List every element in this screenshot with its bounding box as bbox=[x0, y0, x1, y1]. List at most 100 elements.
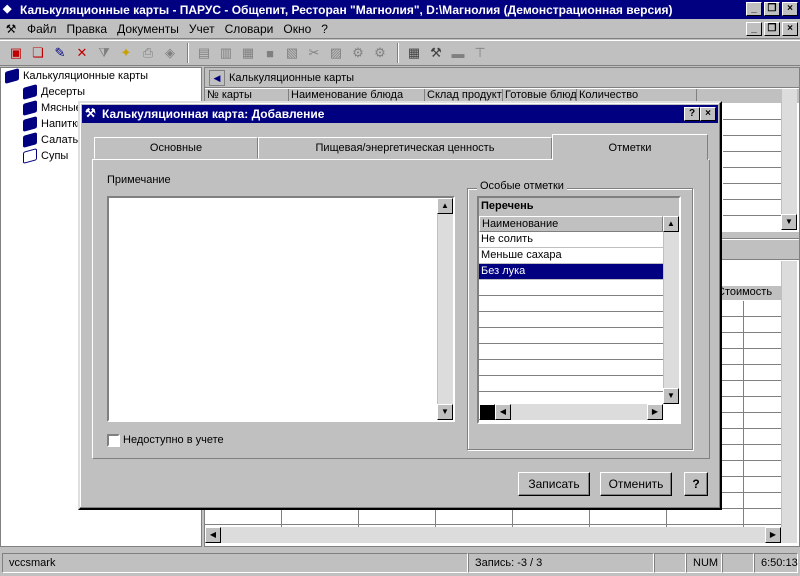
doc-restore-button[interactable]: ❐ bbox=[764, 22, 780, 36]
marks-vscroll[interactable] bbox=[663, 216, 679, 404]
tab-panel-marks: Примечание ▲ ▼ Недоступно в учете Особые… bbox=[92, 159, 710, 459]
print-icon[interactable]: ⎙ bbox=[138, 43, 158, 63]
unavailable-checkbox-label[interactable]: Недоступно в учете bbox=[123, 434, 224, 446]
book-icon bbox=[23, 100, 37, 116]
pane-title: Калькуляционные карты bbox=[229, 71, 355, 84]
tool-icon-3[interactable]: ▦ bbox=[238, 43, 258, 63]
menu-accounting[interactable]: Учет bbox=[184, 22, 220, 36]
dialog-titlebar: ⚒ Калькуляционная карта: Добавление ? × bbox=[82, 105, 718, 123]
new-icon[interactable]: ▣ bbox=[6, 43, 26, 63]
tree-item-label: Супы bbox=[41, 150, 69, 162]
unavailable-checkbox[interactable] bbox=[107, 434, 120, 447]
upper-grid bbox=[723, 104, 781, 228]
marks-scroll-left[interactable] bbox=[479, 404, 495, 420]
note-vscroll[interactable] bbox=[437, 198, 453, 420]
menu-documents[interactable]: Документы bbox=[112, 22, 184, 36]
note-scroll-up[interactable]: ▲ bbox=[437, 198, 453, 214]
doc-close-button[interactable]: × bbox=[782, 22, 798, 36]
menu-edit[interactable]: Правка bbox=[62, 22, 113, 36]
book-icon bbox=[23, 132, 37, 148]
tree-item-label: Мясные bbox=[41, 102, 82, 114]
save-button[interactable]: Записать bbox=[518, 472, 590, 496]
col-cost[interactable]: Стоимость bbox=[717, 286, 772, 298]
tree-item-desserts[interactable]: Десерты bbox=[1, 84, 201, 100]
find-icon[interactable]: ✦ bbox=[116, 43, 136, 63]
tool-icon-5[interactable]: ▧ bbox=[282, 43, 302, 63]
tool-icon-6[interactable]: ✂ bbox=[304, 43, 324, 63]
special-marks-title: Особые отметки bbox=[477, 180, 567, 192]
lower-vscroll[interactable] bbox=[781, 261, 797, 527]
tool-icon-9[interactable]: ⚙ bbox=[370, 43, 390, 63]
tab-nutrition[interactable]: Пищевая/энергетическая ценность bbox=[258, 137, 552, 159]
status-blank bbox=[654, 553, 686, 573]
card-add-dialog: ⚒ Калькуляционная карта: Добавление ? × … bbox=[78, 101, 722, 510]
toolbar-separator bbox=[187, 43, 189, 63]
export-icon[interactable]: ◈ bbox=[160, 43, 180, 63]
list-item[interactable]: Не солить bbox=[479, 232, 663, 248]
scroll-down-button[interactable]: ▼ bbox=[781, 214, 797, 230]
menu-window[interactable]: Окно bbox=[278, 22, 316, 36]
tool-icon-4[interactable]: ■ bbox=[260, 43, 280, 63]
menu-help[interactable]: ? bbox=[316, 22, 333, 36]
note-textarea[interactable] bbox=[107, 196, 455, 422]
status-user: vccsmark bbox=[2, 553, 468, 573]
dialog-close-button[interactable]: × bbox=[700, 107, 716, 121]
tab-label: Пищевая/энергетическая ценность bbox=[315, 142, 495, 154]
marks-list-header[interactable]: Наименование bbox=[479, 216, 663, 232]
tree-item-label: Десерты bbox=[41, 86, 86, 98]
tool-icon-8[interactable]: ⚙ bbox=[348, 43, 368, 63]
doc-minimize-button[interactable]: _ bbox=[746, 22, 762, 36]
tools-icon[interactable]: ⚒ bbox=[426, 43, 446, 63]
pane-header: ◀ Калькуляционные карты bbox=[205, 68, 799, 88]
folder-icon[interactable]: ▬ bbox=[448, 43, 468, 63]
note-scroll-down[interactable]: ▼ bbox=[437, 404, 453, 420]
cancel-button[interactable]: Отменить bbox=[600, 472, 672, 496]
book-icon bbox=[5, 68, 19, 84]
minimize-button[interactable]: _ bbox=[746, 2, 762, 16]
status-time: 6:50:13 bbox=[754, 553, 798, 573]
scroll-right-button[interactable]: ▶ bbox=[765, 527, 781, 543]
tree-root-label: Калькуляционные карты bbox=[23, 70, 149, 82]
app-titlebar: ◆ Калькуляционные карты - ПАРУС - Общепи… bbox=[0, 0, 800, 19]
toolbar: ▣ ❏ ✎ ✕ ⧩ ✦ ⎙ ◈ ▤ ▥ ▦ ■ ▧ ✂ ▨ ⚙ ⚙ ▦ ⚒ ▬ … bbox=[0, 40, 800, 66]
marks-scroll-right[interactable]: ▶ bbox=[647, 404, 663, 420]
menu-dictionaries[interactable]: Словари bbox=[220, 22, 279, 36]
marks-list: Перечень Наименование Не солить Меньше с… bbox=[477, 196, 681, 424]
calculator-icon[interactable]: ▦ bbox=[404, 43, 424, 63]
tool-icon-2[interactable]: ▥ bbox=[216, 43, 236, 63]
copy-icon[interactable]: ❏ bbox=[28, 43, 48, 63]
marks-scroll-left-arrow[interactable]: ◀ bbox=[495, 404, 511, 420]
tool-icon-7[interactable]: ▨ bbox=[326, 43, 346, 63]
status-record: Запись: -3 / 3 bbox=[468, 553, 654, 573]
tab-label: Отметки bbox=[608, 141, 652, 154]
tool-icon-1[interactable]: ▤ bbox=[194, 43, 214, 63]
tab-marks[interactable]: Отметки bbox=[552, 134, 708, 160]
edit-icon[interactable]: ✎ bbox=[50, 43, 70, 63]
dialog-icon: ⚒ bbox=[85, 106, 96, 120]
open-book-icon bbox=[23, 148, 37, 164]
tree-item-label: Салаты bbox=[41, 134, 81, 146]
marks-scroll-down[interactable]: ▼ bbox=[663, 388, 679, 404]
dialog-title: Калькуляционная карта: Добавление bbox=[102, 107, 325, 121]
filter-icon[interactable]: ⧩ bbox=[94, 43, 114, 63]
back-arrow-icon[interactable]: ◀ bbox=[209, 69, 225, 86]
close-button[interactable]: × bbox=[782, 2, 798, 16]
dialog-help-button[interactable]: ? bbox=[684, 107, 700, 121]
lower-hscroll[interactable] bbox=[205, 527, 797, 543]
tree-icon[interactable]: ⊤ bbox=[470, 43, 490, 63]
help-button[interactable]: ? bbox=[684, 472, 708, 496]
list-item-selected[interactable]: Без лука bbox=[479, 264, 663, 280]
scroll-left-button[interactable]: ◀ bbox=[205, 527, 221, 543]
restore-button[interactable]: ❐ bbox=[764, 2, 780, 16]
tree-root[interactable]: Калькуляционные карты bbox=[1, 68, 201, 84]
upper-vscroll[interactable] bbox=[781, 89, 797, 229]
menu-bar: ⚒ Файл Правка Документы Учет Словари Окн… bbox=[0, 19, 800, 39]
list-item[interactable]: Меньше сахара bbox=[479, 248, 663, 264]
tab-label: Основные bbox=[149, 142, 203, 154]
delete-icon[interactable]: ✕ bbox=[72, 43, 92, 63]
doc-icon: ⚒ bbox=[5, 21, 17, 36]
menu-file[interactable]: Файл bbox=[22, 22, 62, 36]
book-icon bbox=[23, 116, 37, 132]
tab-main[interactable]: Основные bbox=[94, 137, 258, 159]
marks-scroll-up[interactable]: ▲ bbox=[663, 216, 679, 232]
